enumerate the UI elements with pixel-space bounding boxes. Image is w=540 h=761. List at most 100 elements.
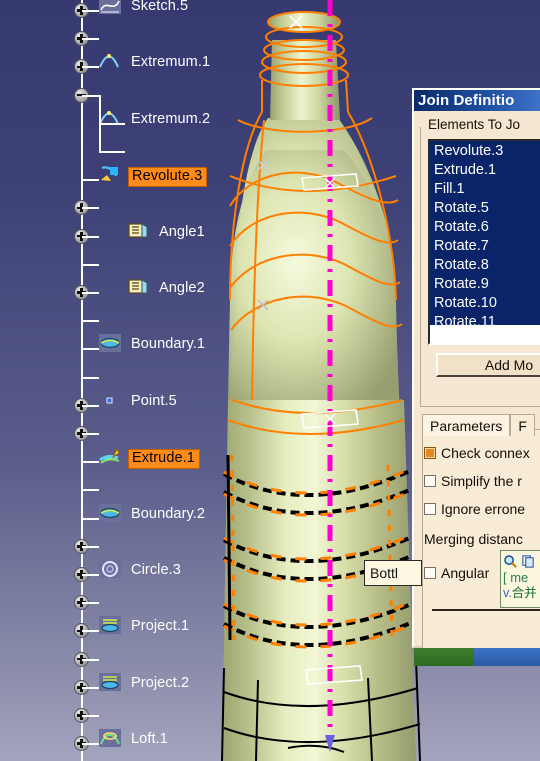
add-mode-label: Add Mo — [484, 357, 534, 373]
tree-item-angle2[interactable]: Angle2 — [0, 137, 205, 295]
simplify-result-label: Simplify the r — [441, 473, 522, 489]
tree-item-label: Extrude.1 — [128, 449, 200, 469]
circle-icon — [98, 559, 124, 581]
popup-translation-text: v.合并 — [503, 586, 540, 601]
popup-bracket-text: [ me — [503, 570, 529, 585]
angular-threshold-checkbox[interactable] — [424, 567, 436, 579]
tree-item-label: Revolute.3 — [128, 167, 208, 187]
list-item[interactable]: Rotate.5 — [432, 199, 540, 218]
tree-item-label: Loft.1 — [131, 731, 168, 748]
tree-item-label: Boundary.1 — [131, 336, 206, 353]
tree-child-connector — [99, 122, 125, 125]
tree-item-label: Point.5 — [131, 392, 177, 409]
project-icon — [98, 672, 124, 694]
angular-threshold-row[interactable]: Angular — [424, 565, 489, 581]
extrude-icon — [98, 446, 124, 468]
tree-item-label: Boundary.2 — [131, 505, 206, 522]
check-connexity-row[interactable]: Check connex — [424, 445, 530, 461]
magnifier-icon[interactable] — [503, 554, 518, 569]
list-item[interactable]: Rotate.9 — [432, 275, 540, 294]
translation-tool-popup[interactable]: [ me v.合并 — [500, 550, 540, 608]
tree-connector — [82, 489, 99, 492]
ignore-erroneous-row[interactable]: Ignore errone — [424, 501, 525, 517]
tree-item-label: Extremum.1 — [131, 54, 211, 71]
list-item[interactable]: Rotate.10 — [432, 294, 540, 313]
tree-spine — [81, 0, 83, 761]
desktop-taskbar-sliver — [414, 648, 540, 666]
tree-item-label: Angle2 — [159, 280, 205, 296]
tree-connector — [82, 574, 99, 576]
list-item[interactable]: Extrude.1 — [432, 161, 540, 180]
taskbar-button-sliver — [474, 648, 540, 666]
tree-connector — [82, 630, 99, 633]
elements-to-join-listbox[interactable]: Revolute.3 Extrude.1 Fill.1 Rotate.5 Rotate.… — [428, 139, 540, 345]
boundary-icon — [98, 503, 124, 525]
list-item[interactable]: Rotate.7 — [432, 237, 540, 256]
point-icon — [98, 390, 124, 412]
tree-connector — [82, 207, 99, 210]
tree-connector — [82, 235, 99, 238]
tree-item-angle1[interactable]: Angle1 — [0, 109, 205, 239]
catia-window: Sketch.5 Extremum.1 Extremum.2 Revolute.3 An… — [0, 0, 540, 761]
tree-item-label: Sketch.5 — [131, 0, 189, 14]
popup-icon-row[interactable] — [503, 553, 540, 570]
check-connexity-label: Check connex — [441, 445, 530, 461]
tree-item-label: Extremum.2 — [131, 110, 211, 127]
tree-connector — [82, 545, 99, 548]
parameter-icon — [126, 277, 152, 299]
dialog-tabstrip[interactable]: Parameters F — [422, 414, 535, 436]
tree-connector — [82, 320, 99, 323]
tree-connector — [82, 461, 99, 464]
simplify-result-row[interactable]: Simplify the r — [424, 473, 522, 489]
parameter-icon — [126, 221, 152, 243]
tree-connector — [82, 658, 99, 661]
tree-connector — [82, 404, 99, 407]
popup-cjk-text: 合并 — [511, 586, 537, 600]
tree-connector — [82, 10, 99, 12]
tree-branch-line — [99, 94, 101, 151]
dialog-title-bar[interactable]: Join Definitio — [414, 90, 540, 111]
angular-threshold-label: Angular — [441, 565, 490, 581]
project-icon — [98, 615, 124, 637]
tab-federation-label: F — [518, 418, 527, 434]
elements-to-join-legend: Elements To Jo — [426, 117, 523, 132]
tree-connector — [82, 348, 99, 351]
list-item[interactable]: Rotate.8 — [432, 256, 540, 275]
ignore-erroneous-label: Ignore errone — [441, 501, 526, 517]
bottle-tooltip: Bottl — [364, 560, 422, 586]
sketch-icon — [98, 0, 124, 17]
specification-tree[interactable]: Sketch.5 Extremum.1 Extremum.2 Revolute.3 An… — [0, 0, 230, 761]
tree-item-label: Circle.3 — [131, 562, 181, 578]
extremum-icon — [98, 108, 124, 130]
tree-item-label: Project.2 — [131, 674, 190, 691]
tree-connector — [82, 517, 99, 520]
list-item[interactable]: Fill.1 — [432, 180, 540, 199]
tab-federation[interactable]: F — [510, 414, 535, 436]
tree-connector — [82, 743, 99, 746]
check-connexity-checkbox[interactable] — [424, 447, 436, 459]
popup-pos-prefix: v. — [503, 586, 512, 600]
elements-list[interactable]: Revolute.3 Extrude.1 Fill.1 Rotate.5 Rotate.… — [430, 141, 540, 330]
tree-connector — [82, 66, 99, 69]
ignore-erroneous-checkbox[interactable] — [424, 503, 436, 515]
tree-connector — [82, 433, 99, 435]
tree-connector — [82, 94, 99, 97]
tree-item-label: Angle1 — [159, 223, 205, 240]
add-mode-button[interactable]: Add Mo — [436, 353, 540, 377]
simplify-result-checkbox[interactable] — [424, 475, 436, 487]
tree-connector — [82, 292, 99, 294]
tree-connector — [82, 376, 99, 379]
revolute-icon — [98, 164, 124, 186]
boundary-icon — [98, 333, 124, 355]
dialog-title-text: Join Definitio — [418, 92, 515, 109]
extremum-icon — [98, 51, 124, 73]
loft-icon — [98, 728, 124, 750]
list-item[interactable]: Revolute.3 — [432, 142, 540, 161]
list-item[interactable]: Rotate.6 — [432, 218, 540, 237]
tree-connector — [82, 602, 99, 605]
tab-parameters[interactable]: Parameters — [422, 414, 511, 436]
tree-connector — [82, 686, 99, 689]
tree-child-connector — [99, 151, 125, 153]
copy-icon[interactable] — [521, 554, 536, 569]
tree-connector — [82, 179, 99, 182]
